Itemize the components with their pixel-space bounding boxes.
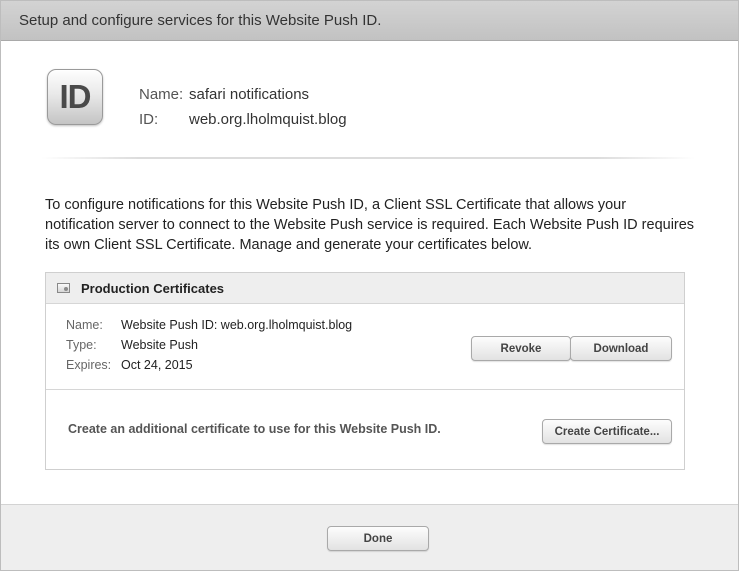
name-value: safari notifications <box>189 86 310 103</box>
panel-header: Production Certificates <box>46 273 684 304</box>
id-label: ID: <box>139 111 159 128</box>
id-value: web.org.lholmquist.blog <box>189 111 347 128</box>
dialog-footer: Done <box>1 504 738 570</box>
download-button[interactable]: Download <box>570 336 672 361</box>
cert-name-label: Name: <box>66 318 103 332</box>
dialog-header: Setup and configure services for this We… <box>1 1 738 41</box>
cert-type-value: Website Push <box>121 338 198 352</box>
dialog: Setup and configure services for this We… <box>0 0 739 571</box>
description-text: To configure notifications for this Webs… <box>45 197 695 253</box>
done-button[interactable]: Done <box>327 526 429 551</box>
id-icon-text: ID <box>59 78 92 115</box>
cert-type-label: Type: <box>66 338 97 352</box>
dialog-title: Setup and configure services for this We… <box>19 12 382 29</box>
production-certificates-panel: Production Certificates Name: Website Pu… <box>45 272 685 470</box>
revoke-button[interactable]: Revoke <box>471 336 571 361</box>
cert-expires-label: Expires: <box>66 358 112 372</box>
panel-separator <box>46 389 684 390</box>
id-icon: ID <box>47 69 103 125</box>
cert-name-value: Website Push ID: web.org.lholmquist.blog <box>121 318 353 332</box>
name-label: Name: <box>139 86 184 103</box>
create-certificate-hint: Create an additional certificate to use … <box>68 422 441 436</box>
divider <box>41 157 695 159</box>
cert-expires-value: Oct 24, 2015 <box>121 358 193 372</box>
panel-title: Production Certificates <box>81 281 225 296</box>
certificate-icon <box>57 283 70 293</box>
create-certificate-button[interactable]: Create Certificate... <box>542 419 672 444</box>
